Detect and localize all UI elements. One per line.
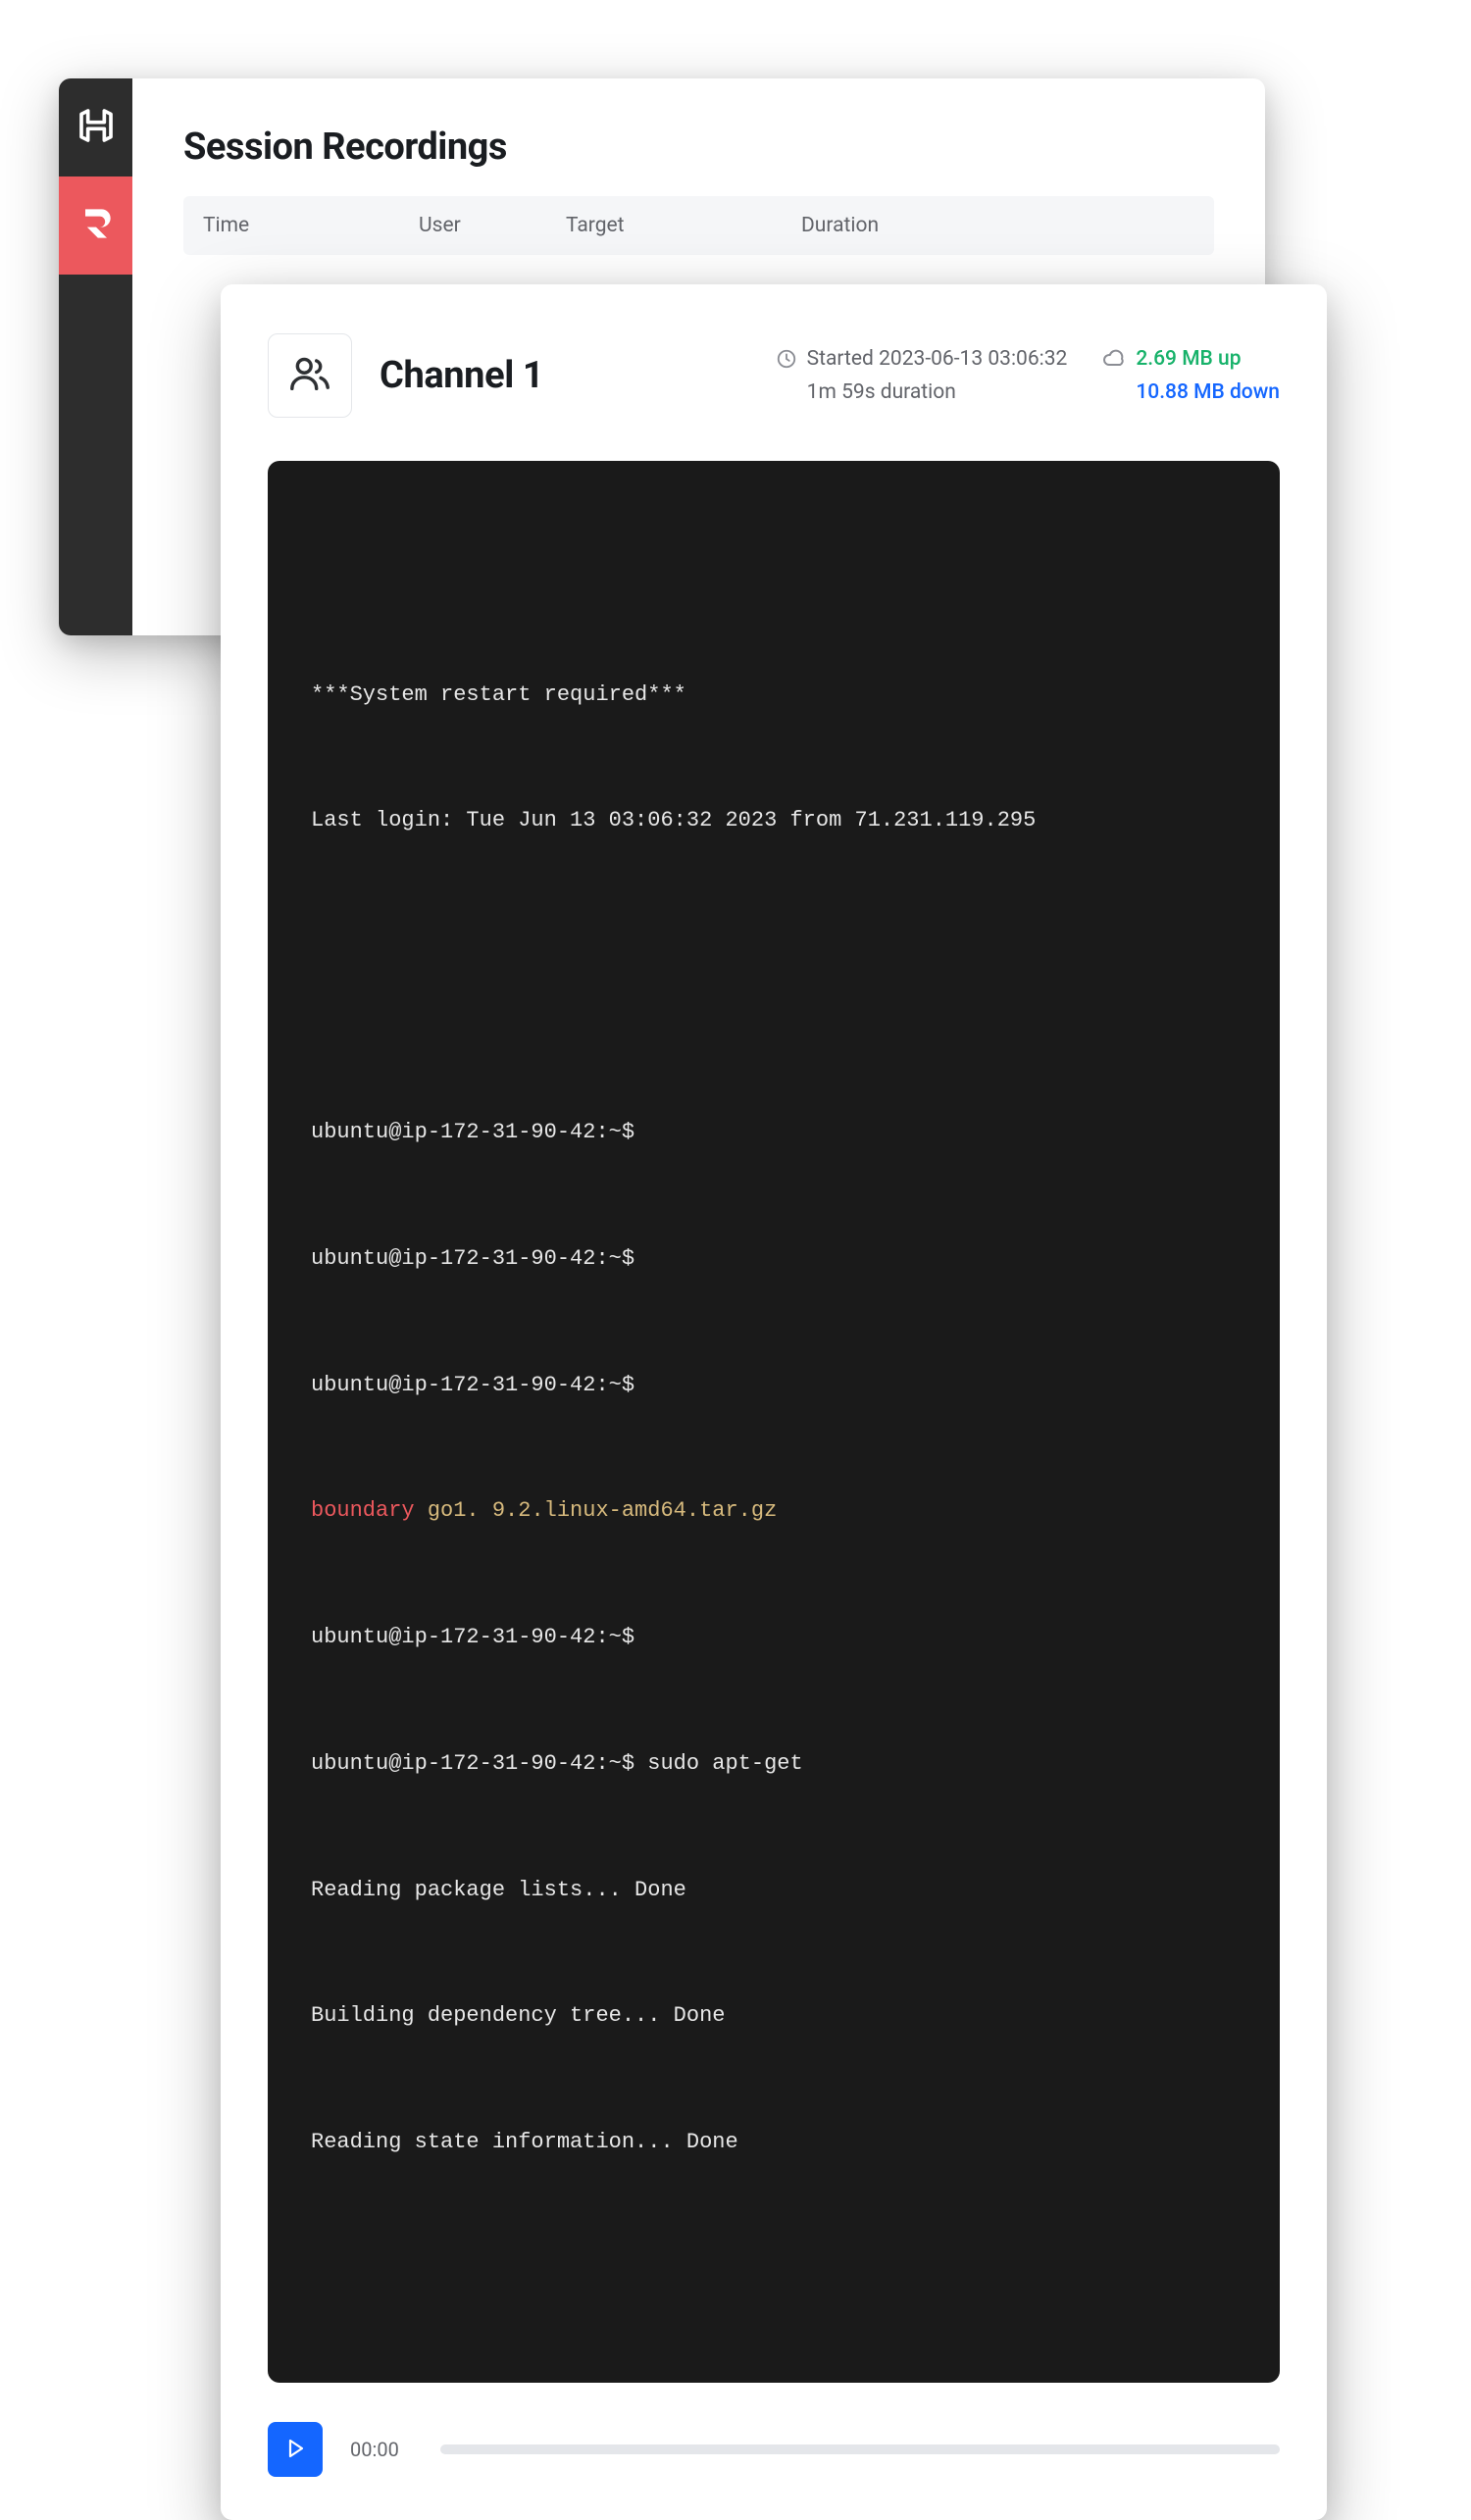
playback-time: 00:00: [350, 2438, 413, 2461]
col-user: User: [419, 214, 566, 237]
terminal-line: boundary go1. 9.2.linux-amd64.tar.gz: [311, 1490, 1237, 1533]
terminal-token-file: go1. 9.2.linux-amd64.tar.gz: [415, 1498, 778, 1523]
play-icon: [283, 2437, 307, 2463]
channel-badge: [268, 333, 352, 418]
channel-card: Channel 1 Started 2023-06-13 03:06:32 1m: [221, 284, 1327, 2520]
terminal-line: ubuntu@ip-172-31-90-42:~$ sudo apt-get: [311, 1743, 1237, 1786]
col-duration: Duration: [801, 214, 948, 237]
terminal-line: ubuntu@ip-172-31-90-42:~$: [311, 1238, 1237, 1281]
player: 00:00: [268, 2422, 1280, 2477]
page-title: Session Recordings: [183, 126, 1214, 169]
duration-label: 1m 59s duration: [807, 380, 956, 404]
channel-meta: Started 2023-06-13 03:06:32 1m 59s durat…: [776, 347, 1280, 404]
col-target: Target: [566, 214, 801, 237]
bytes-up: 2.69 MB up: [1136, 347, 1241, 371]
bytes-down: 10.88 MB down: [1136, 380, 1280, 404]
terminal-line: Reading package lists... Done: [311, 1870, 1237, 1912]
terminal-token-boundary: boundary: [311, 1498, 415, 1523]
channel-title: Channel 1: [380, 354, 543, 397]
terminal-line: ubuntu@ip-172-31-90-42:~$: [311, 1365, 1237, 1407]
play-button[interactable]: [268, 2422, 323, 2477]
hashicorp-icon: [76, 106, 116, 149]
terminal-line: ubuntu@ip-172-31-90-42:~$: [311, 1112, 1237, 1154]
progress-bar[interactable]: [440, 2444, 1280, 2454]
cloud-icon: [1102, 347, 1126, 371]
col-time: Time: [203, 214, 419, 237]
terminal-line: ubuntu@ip-172-31-90-42:~$: [311, 1617, 1237, 1659]
clock-icon: [776, 348, 797, 370]
terminal-line: Reading state information... Done: [311, 2122, 1237, 2164]
terminal: ***System restart required*** Last login…: [268, 461, 1280, 2383]
terminal-line: ***System restart required***: [311, 675, 1237, 717]
terminal-line: Building dependency tree... Done: [311, 1995, 1237, 2038]
boundary-icon: [75, 202, 118, 249]
sidebar-item-hashicorp[interactable]: [59, 78, 132, 176]
recordings-table-header: Time User Target Duration: [183, 196, 1214, 255]
started-label: Started 2023-06-13 03:06:32: [807, 347, 1068, 371]
sidebar: [59, 78, 132, 635]
users-icon: [287, 351, 332, 400]
channel-header: Channel 1 Started 2023-06-13 03:06:32 1m: [268, 333, 1280, 418]
terminal-line: Last login: Tue Jun 13 03:06:32 2023 fro…: [311, 800, 1237, 842]
sidebar-item-boundary[interactable]: [59, 176, 132, 275]
